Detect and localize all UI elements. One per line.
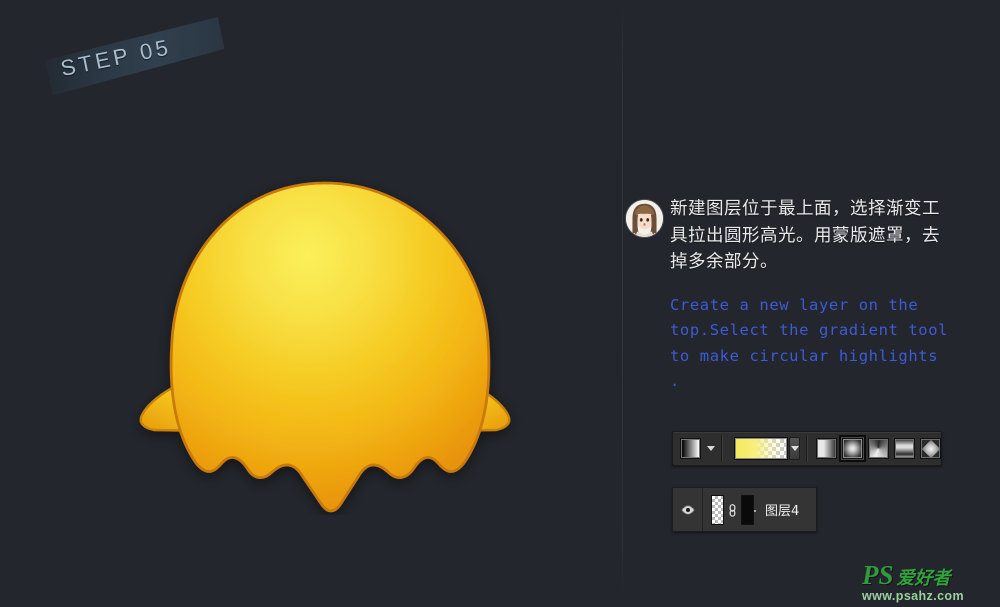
layers-panel[interactable]: 图层4: [672, 487, 817, 532]
gradient-swatch[interactable]: [734, 438, 787, 459]
chick-svg: [139, 181, 511, 513]
layer-mask-thumbnail[interactable]: [741, 494, 756, 525]
radial-gradient-button[interactable]: [839, 435, 866, 462]
linear-gradient-button[interactable]: [816, 438, 837, 459]
gradient-preset-swatch[interactable]: [681, 439, 701, 458]
layer-thumbnail[interactable]: [711, 494, 724, 525]
instruction-row: 新建图层位于最上面，选择渐变工具拉出圆形高光。用蒙版遮罩，去掉多余部分。: [626, 196, 956, 276]
eye-icon: [680, 505, 695, 514]
chevron-down-icon[interactable]: [707, 446, 716, 451]
instruction-panel: 新建图层位于最上面，选择渐变工具拉出圆形高光。用蒙版遮罩，去掉多余部分。 Cre…: [626, 196, 956, 395]
chick-body: [169, 181, 491, 513]
avatar: [626, 200, 663, 237]
panel-divider: [622, 0, 623, 607]
avatar-image: [626, 200, 663, 237]
layer-visibility-toggle[interactable]: [673, 488, 703, 531]
instruction-english: Create a new layer on the top.Select the…: [670, 295, 949, 391]
watermark-logo: PS 爱好者: [862, 562, 994, 592]
layer-name[interactable]: 图层4: [765, 500, 799, 519]
step-banner: [44, 17, 227, 96]
diamond-gradient-button[interactable]: [920, 438, 941, 459]
toolbar-separator-2: [806, 435, 808, 462]
link-icon[interactable]: [727, 503, 738, 517]
layer-row[interactable]: 图层4: [703, 494, 799, 525]
chevron-down-icon: [790, 446, 799, 451]
watermark-url: www.psahz.com: [862, 589, 964, 603]
toolbar-separator-1: [721, 435, 723, 462]
watermark-logo-cn: 爱好者: [896, 568, 951, 589]
gradient-type-group: [816, 435, 941, 462]
watermark: PS 爱好者 www.psahz.com: [862, 562, 994, 604]
gradient-picker-button[interactable]: [788, 437, 801, 460]
screenshot-root: STEP 05 新建图层位于最上面，选择渐变工具拉出圆形高光。用蒙版遮罩，去掉多…: [0, 0, 1000, 607]
angle-gradient-button[interactable]: [868, 438, 889, 459]
instruction-chinese: 新建图层位于最上面，选择渐变工具拉出圆形高光。用蒙版遮罩，去掉多余部分。: [670, 199, 940, 272]
gradient-options-toolbar[interactable]: [672, 431, 942, 466]
reflected-gradient-button[interactable]: [894, 438, 915, 459]
watermark-logo-text: PS: [862, 560, 894, 590]
chick-illustration: [100, 175, 550, 515]
